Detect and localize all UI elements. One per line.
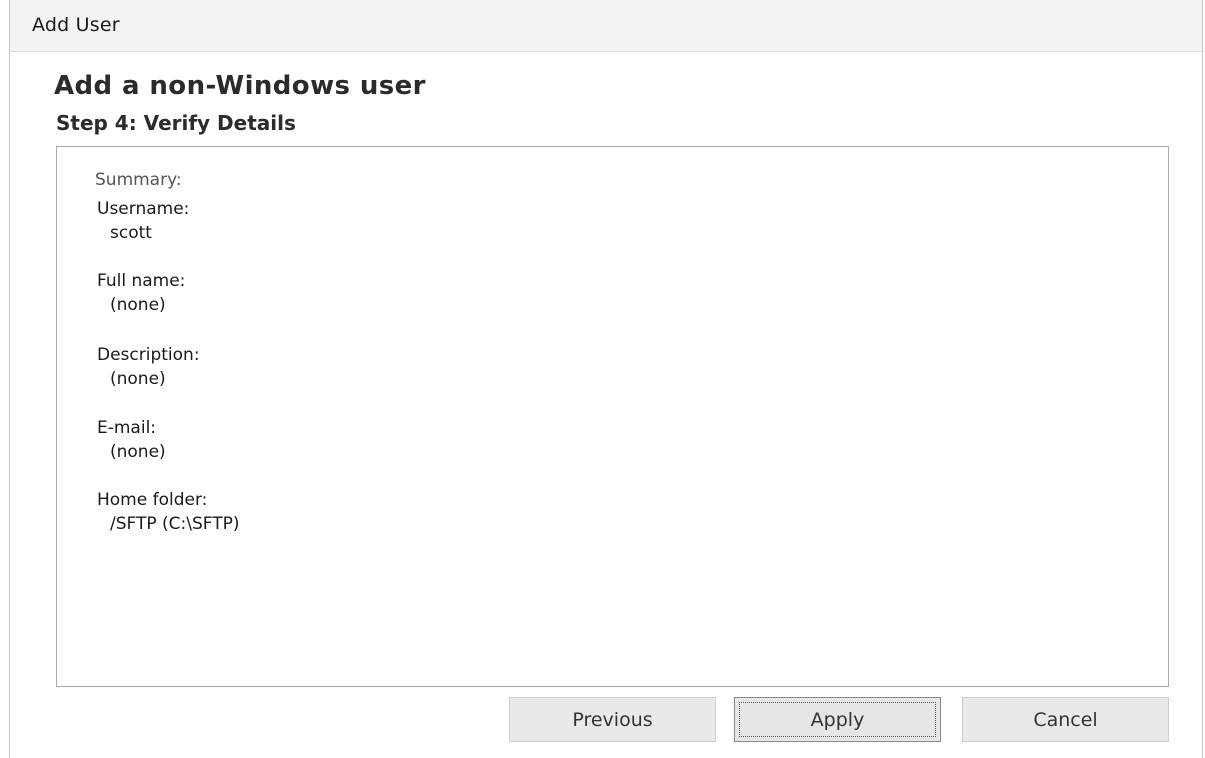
description-label: Description: xyxy=(97,345,200,365)
full-name-label: Full name: xyxy=(97,271,186,291)
email-value: (none) xyxy=(110,442,166,462)
focus-ring xyxy=(739,702,936,737)
summary-field-full-name: Full name: (none) xyxy=(97,269,185,317)
summary-field-description: Description: (none) xyxy=(97,343,200,391)
cancel-button[interactable]: Cancel xyxy=(962,697,1169,742)
summary-field-home-folder: Home folder: /SFTP (C:\SFTP) xyxy=(97,488,240,536)
window-title: Add User xyxy=(32,14,120,36)
home-folder-value: /SFTP (C:\SFTP) xyxy=(110,514,240,534)
apply-button[interactable]: Apply xyxy=(734,697,941,742)
title-bar[interactable]: Add User xyxy=(10,0,1202,52)
previous-button[interactable]: Previous xyxy=(509,697,716,742)
username-label: Username: xyxy=(97,199,190,219)
full-name-value: (none) xyxy=(110,295,166,315)
description-value: (none) xyxy=(110,369,166,389)
add-user-dialog: Add User Add a non-Windows user Step 4: … xyxy=(9,0,1203,758)
wizard-step-title: Step 4: Verify Details xyxy=(56,111,296,135)
username-value: scott xyxy=(110,223,152,243)
wizard-heading: Add a non-Windows user xyxy=(54,71,426,101)
summary-field-username: Username: scott xyxy=(97,197,189,245)
home-folder-label: Home folder: xyxy=(97,490,208,510)
cancel-button-label: Cancel xyxy=(1033,708,1098,731)
summary-field-email: E-mail: (none) xyxy=(97,416,166,464)
email-label: E-mail: xyxy=(97,418,157,438)
summary-title: Summary: xyxy=(95,170,182,190)
summary-panel: Summary: Username: scott Full name: (non… xyxy=(56,146,1169,687)
previous-button-label: Previous xyxy=(572,708,653,731)
